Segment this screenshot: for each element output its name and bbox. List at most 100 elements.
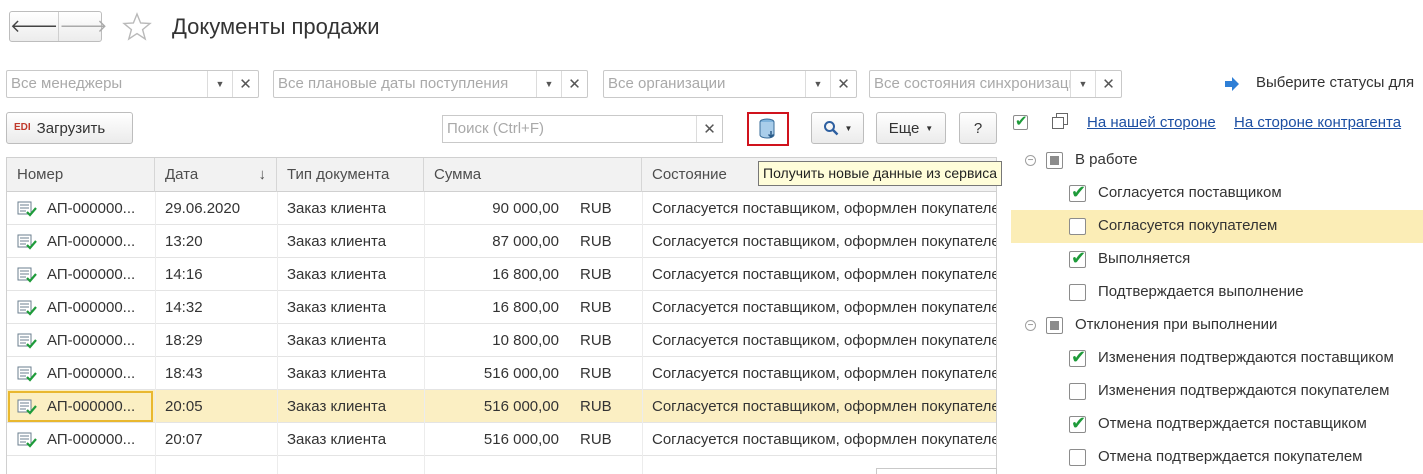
database-icon: [759, 118, 775, 139]
status-label: Изменения подтверждаются покупателем: [1098, 382, 1390, 399]
page-title: Документы продажи: [172, 14, 380, 39]
manager-filter[interactable]: Все менеджеры ▼ ✕: [6, 70, 259, 98]
cell-status: Согласуется поставщиком, оформлен покупа…: [652, 266, 997, 283]
cell-sum: 516 000,00: [483, 365, 559, 382]
sort-down-icon: ↓: [258, 166, 267, 183]
status-checkbox[interactable]: ✔: [1069, 413, 1087, 433]
document-icon: [17, 432, 37, 448]
search-options-button[interactable]: ▼: [811, 112, 864, 144]
search-input[interactable]: Поиск (Ctrl+F): [443, 116, 696, 142]
cell-status: Согласуется поставщиком, оформлен покупа…: [652, 299, 997, 316]
fetch-data-button[interactable]: [747, 112, 789, 146]
cell-date: 14:16: [165, 266, 203, 283]
status-label: Согласуется покупателем: [1098, 217, 1278, 234]
status-label: Согласуется поставщиком: [1098, 184, 1282, 201]
check-all-icon[interactable]: ✔: [1013, 113, 1031, 131]
cell-currency: RUB: [580, 200, 612, 217]
status-checkbox[interactable]: ✔: [1069, 182, 1087, 202]
column-divider: [155, 192, 156, 474]
dropdown-icon[interactable]: ▼: [536, 71, 561, 97]
cell-status: Согласуется поставщиком, оформлен покупа…: [652, 332, 997, 349]
status-label: Подтверждается выполнение: [1098, 283, 1304, 300]
organization-filter[interactable]: Все организации ▼ ✕: [603, 70, 857, 98]
document-icon: [17, 234, 37, 250]
cell-type: Заказ клиента: [287, 365, 387, 382]
status-label: Отмена подтверждается поставщиком: [1098, 415, 1367, 432]
clear-icon[interactable]: ✕: [561, 71, 587, 97]
chevron-down-icon: ▼: [844, 123, 853, 133]
group-checkbox[interactable]: [1046, 317, 1063, 334]
status-label: Изменения подтверждаются поставщиком: [1098, 349, 1394, 366]
document-icon: [17, 300, 37, 316]
cell-number: АП-000000...: [47, 365, 136, 382]
group-label: Отклонения при выполнении: [1075, 316, 1278, 333]
status-checkbox[interactable]: [1069, 218, 1086, 235]
back-button[interactable]: 🡐: [10, 12, 58, 41]
planned-date-filter[interactable]: Все плановые даты поступления ▼ ✕: [273, 70, 588, 98]
edi-icon: EDI: [14, 122, 31, 133]
dropdown-icon[interactable]: ▼: [1070, 71, 1095, 97]
forward-button[interactable]: 🡒: [58, 12, 108, 41]
cell-date: 18:29: [165, 332, 203, 349]
cell-date: 13:20: [165, 233, 203, 250]
clear-icon[interactable]: ✕: [1095, 71, 1121, 97]
sync-state-filter[interactable]: Все состояния синхронизации ▼ ✕: [869, 70, 1122, 98]
cell-currency: RUB: [580, 233, 612, 250]
cell-status: Согласуется поставщиком, оформлен покупа…: [652, 200, 997, 217]
collapse-icon[interactable]: −: [1025, 320, 1036, 331]
cell-number: АП-000000...: [47, 299, 136, 316]
cell-currency: RUB: [580, 332, 612, 349]
cell-sum: 90 000,00: [492, 200, 559, 217]
column-date[interactable]: Дата ↓: [155, 158, 277, 192]
status-label: Выполняется: [1098, 250, 1191, 267]
dropdown-icon[interactable]: ▼: [805, 71, 830, 97]
arrow-right-icon: 🡒: [59, 16, 108, 36]
status-checkbox[interactable]: [1069, 284, 1086, 301]
organization-filter-input[interactable]: Все организации: [604, 71, 805, 97]
manager-filter-input[interactable]: Все менеджеры: [7, 71, 207, 97]
clear-icon[interactable]: ✕: [232, 71, 258, 97]
star-icon[interactable]: [122, 12, 152, 42]
column-number[interactable]: Номер: [7, 158, 155, 192]
clear-icon[interactable]: ✕: [696, 116, 722, 142]
cell-status: Согласуется поставщиком, оформлен покупа…: [652, 431, 997, 448]
copy-icon[interactable]: [1052, 113, 1070, 131]
clear-icon[interactable]: ✕: [830, 71, 856, 97]
document-icon: [17, 267, 37, 283]
dropdown-icon[interactable]: ▼: [207, 71, 232, 97]
column-divider: [277, 192, 278, 474]
cell-number: АП-000000...: [47, 200, 136, 217]
more-button[interactable]: Еще ▼: [876, 112, 946, 144]
check-icon: ✔: [1071, 413, 1087, 433]
search-field[interactable]: Поиск (Ctrl+F) ✕: [442, 115, 723, 143]
group-checkbox[interactable]: [1046, 152, 1063, 169]
cell-currency: RUB: [580, 398, 612, 415]
our-side-link[interactable]: На нашей стороне: [1087, 114, 1216, 131]
check-icon: ✔: [1071, 182, 1087, 202]
cell-number: АП-000000...: [47, 398, 136, 415]
cell-type: Заказ клиента: [287, 233, 387, 250]
column-type[interactable]: Тип документа: [277, 158, 424, 192]
arrow-right-icon: [1225, 77, 1239, 91]
cell-date: 20:05: [165, 398, 203, 415]
cell-number: АП-000000...: [47, 266, 136, 283]
check-icon: ✔: [1071, 248, 1087, 268]
help-button[interactable]: ?: [959, 112, 997, 144]
cell-status: Согласуется поставщиком, оформлен покупа…: [652, 233, 997, 250]
cell-currency: RUB: [580, 266, 612, 283]
group-label: В работе: [1075, 151, 1138, 168]
status-checkbox[interactable]: [1069, 449, 1086, 466]
document-icon: [17, 366, 37, 382]
navigation-buttons: 🡐 🡒: [9, 11, 108, 42]
column-sum[interactable]: Сумма: [424, 158, 642, 192]
collapse-icon[interactable]: −: [1025, 155, 1036, 166]
status-checkbox[interactable]: [1069, 383, 1086, 400]
status-label: Отмена подтверждается покупателем: [1098, 448, 1363, 465]
status-checkbox[interactable]: ✔: [1069, 348, 1086, 367]
planned-date-filter-input[interactable]: Все плановые даты поступления: [274, 71, 536, 97]
partner-side-link[interactable]: На стороне контрагента: [1234, 114, 1401, 131]
load-button[interactable]: EDI Загрузить: [6, 112, 133, 144]
document-icon: [17, 333, 37, 349]
sync-state-filter-input[interactable]: Все состояния синхронизации: [870, 71, 1070, 97]
status-checkbox[interactable]: ✔: [1069, 248, 1087, 268]
